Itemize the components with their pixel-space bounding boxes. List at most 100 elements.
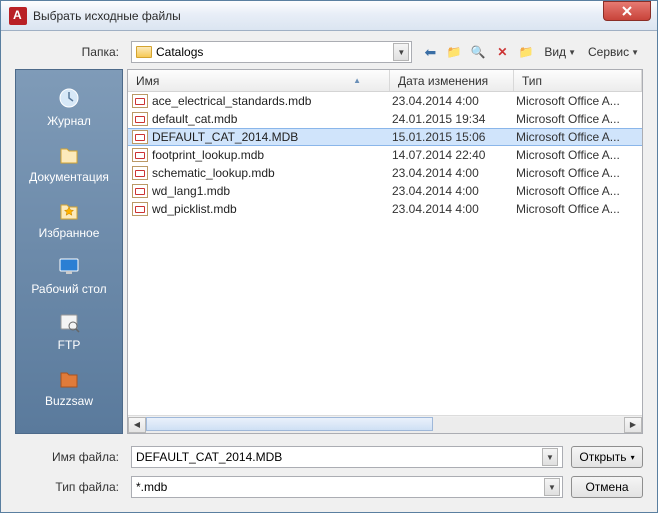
file-date: 23.04.2014 4:00 <box>392 94 516 108</box>
sidebar-item-favorites[interactable]: Избранное <box>16 192 122 246</box>
top-row: Папка: Catalogs ▼ ⬅ 📁 🔍 ✕ 📁 Вид▼ Сервис▼ <box>15 41 643 63</box>
window-title: Выбрать исходные файлы <box>33 9 603 23</box>
dialog-body: Папка: Catalogs ▼ ⬅ 📁 🔍 ✕ 📁 Вид▼ Сервис▼ <box>1 31 657 512</box>
sidebar-item-ftp[interactable]: FTP <box>16 304 122 358</box>
column-type[interactable]: Тип <box>514 70 642 91</box>
file-name: schematic_lookup.mdb <box>152 166 392 180</box>
file-type: Microsoft Office A... <box>516 112 642 126</box>
newfolder-button[interactable]: 📁 <box>516 42 536 62</box>
scroll-track[interactable] <box>146 417 624 433</box>
sidebar-item-history[interactable]: Журнал <box>16 80 122 134</box>
filetype-combo[interactable]: *.mdb ▼ <box>131 476 563 498</box>
bottom-area: Имя файла: DEFAULT_CAT_2014.MDB ▼ Открыт… <box>15 440 643 498</box>
column-date[interactable]: Дата изменения <box>390 70 514 91</box>
cancel-button[interactable]: Отмена <box>571 476 643 498</box>
file-date: 23.04.2014 4:00 <box>392 184 516 198</box>
file-type: Microsoft Office A... <box>516 166 642 180</box>
file-name: wd_lang1.mdb <box>152 184 392 198</box>
mdb-file-icon <box>132 166 148 180</box>
filename-value: DEFAULT_CAT_2014.MDB <box>136 450 542 464</box>
file-row[interactable]: ace_electrical_standards.mdb23.04.2014 4… <box>128 92 642 110</box>
file-row[interactable]: wd_lang1.mdb23.04.2014 4:00Microsoft Off… <box>128 182 642 200</box>
folder-value: Catalogs <box>156 45 389 59</box>
desktop-icon <box>53 252 85 280</box>
sidebar-item-documents[interactable]: Документация <box>16 136 122 190</box>
back-button[interactable]: ⬅ <box>420 42 440 62</box>
documents-icon <box>53 140 85 168</box>
filetype-value: *.mdb <box>136 480 544 494</box>
mdb-file-icon <box>132 130 148 144</box>
file-row[interactable]: footprint_lookup.mdb14.07.2014 22:40Micr… <box>128 146 642 164</box>
folder-icon <box>136 46 152 58</box>
search-icon: 🔍 <box>471 45 486 59</box>
file-date: 23.04.2014 4:00 <box>392 202 516 216</box>
column-name[interactable]: Имя▲ <box>128 70 390 91</box>
file-name: wd_picklist.mdb <box>152 202 392 216</box>
sidebar-item-label: Журнал <box>47 114 91 128</box>
folder-combo[interactable]: Catalogs ▼ <box>131 41 412 63</box>
filetype-dropdown-icon[interactable]: ▼ <box>544 478 560 496</box>
column-headers: Имя▲ Дата изменения Тип <box>128 70 642 92</box>
open-dropdown-icon: ▾ <box>631 453 635 462</box>
file-name: DEFAULT_CAT_2014.MDB <box>152 130 392 144</box>
file-type: Microsoft Office A... <box>516 202 642 216</box>
filename-label: Имя файла: <box>15 450 123 464</box>
file-rows: ace_electrical_standards.mdb23.04.2014 4… <box>128 92 642 415</box>
buzzsaw-icon <box>53 364 85 392</box>
mdb-file-icon <box>132 184 148 198</box>
chevron-down-icon: ▼ <box>631 48 639 57</box>
file-name: default_cat.mdb <box>152 112 392 126</box>
mdb-file-icon <box>132 94 148 108</box>
file-type: Microsoft Office A... <box>516 148 642 162</box>
file-row[interactable]: schematic_lookup.mdb23.04.2014 4:00Micro… <box>128 164 642 182</box>
app-icon <box>9 7 27 25</box>
file-type: Microsoft Office A... <box>516 130 642 144</box>
toolbar: ⬅ 📁 🔍 ✕ 📁 Вид▼ Сервис▼ <box>420 42 643 62</box>
delete-icon: ✕ <box>497 45 507 59</box>
filename-dropdown-icon[interactable]: ▼ <box>542 448 558 466</box>
file-type: Microsoft Office A... <box>516 184 642 198</box>
service-menu[interactable]: Сервис▼ <box>584 45 643 59</box>
close-button[interactable] <box>603 1 651 21</box>
sidebar-item-label: Buzzsaw <box>45 394 93 408</box>
delete-button[interactable]: ✕ <box>492 42 512 62</box>
middle-area: Журнал Документация Избранное Рабочий ст… <box>15 69 643 434</box>
scroll-right-icon[interactable]: ▶ <box>624 417 642 433</box>
file-row[interactable]: DEFAULT_CAT_2014.MDB15.01.2015 15:06Micr… <box>128 128 642 146</box>
titlebar: Выбрать исходные файлы <box>1 1 657 31</box>
sort-asc-icon: ▲ <box>353 76 361 85</box>
sidebar-item-label: Рабочий стол <box>31 282 106 296</box>
file-date: 23.04.2014 4:00 <box>392 166 516 180</box>
file-name: ace_electrical_standards.mdb <box>152 94 392 108</box>
chevron-down-icon: ▼ <box>568 48 576 57</box>
history-icon <box>53 84 85 112</box>
sidebar-item-desktop[interactable]: Рабочий стол <box>16 248 122 302</box>
file-date: 15.01.2015 15:06 <box>392 130 516 144</box>
sidebar-item-buzzsaw[interactable]: Buzzsaw <box>16 360 122 414</box>
search-button[interactable]: 🔍 <box>468 42 488 62</box>
scroll-thumb[interactable] <box>146 417 433 431</box>
view-menu[interactable]: Вид▼ <box>540 45 580 59</box>
file-row[interactable]: default_cat.mdb24.01.2015 19:34Microsoft… <box>128 110 642 128</box>
filename-row: Имя файла: DEFAULT_CAT_2014.MDB ▼ Открыт… <box>15 446 643 468</box>
places-sidebar: Журнал Документация Избранное Рабочий ст… <box>15 69 123 434</box>
mdb-file-icon <box>132 148 148 162</box>
file-list-pane: Имя▲ Дата изменения Тип ace_electrical_s… <box>127 69 643 434</box>
mdb-file-icon <box>132 202 148 216</box>
open-button[interactable]: Открыть▾ <box>571 446 643 468</box>
scroll-left-icon[interactable]: ◀ <box>128 417 146 433</box>
up-folder-icon: 📁 <box>447 45 462 59</box>
folder-dropdown-icon[interactable]: ▼ <box>393 43 409 61</box>
filetype-row: Тип файла: *.mdb ▼ Отмена <box>15 476 643 498</box>
favorites-icon <box>53 196 85 224</box>
horizontal-scrollbar[interactable]: ◀ ▶ <box>128 415 642 433</box>
up-button[interactable]: 📁 <box>444 42 464 62</box>
sidebar-item-label: FTP <box>58 338 81 352</box>
file-date: 14.07.2014 22:40 <box>392 148 516 162</box>
file-row[interactable]: wd_picklist.mdb23.04.2014 4:00Microsoft … <box>128 200 642 218</box>
filename-input[interactable]: DEFAULT_CAT_2014.MDB ▼ <box>131 446 563 468</box>
file-type: Microsoft Office A... <box>516 94 642 108</box>
mdb-file-icon <box>132 112 148 126</box>
back-icon: ⬅ <box>424 44 436 61</box>
ftp-icon <box>53 308 85 336</box>
